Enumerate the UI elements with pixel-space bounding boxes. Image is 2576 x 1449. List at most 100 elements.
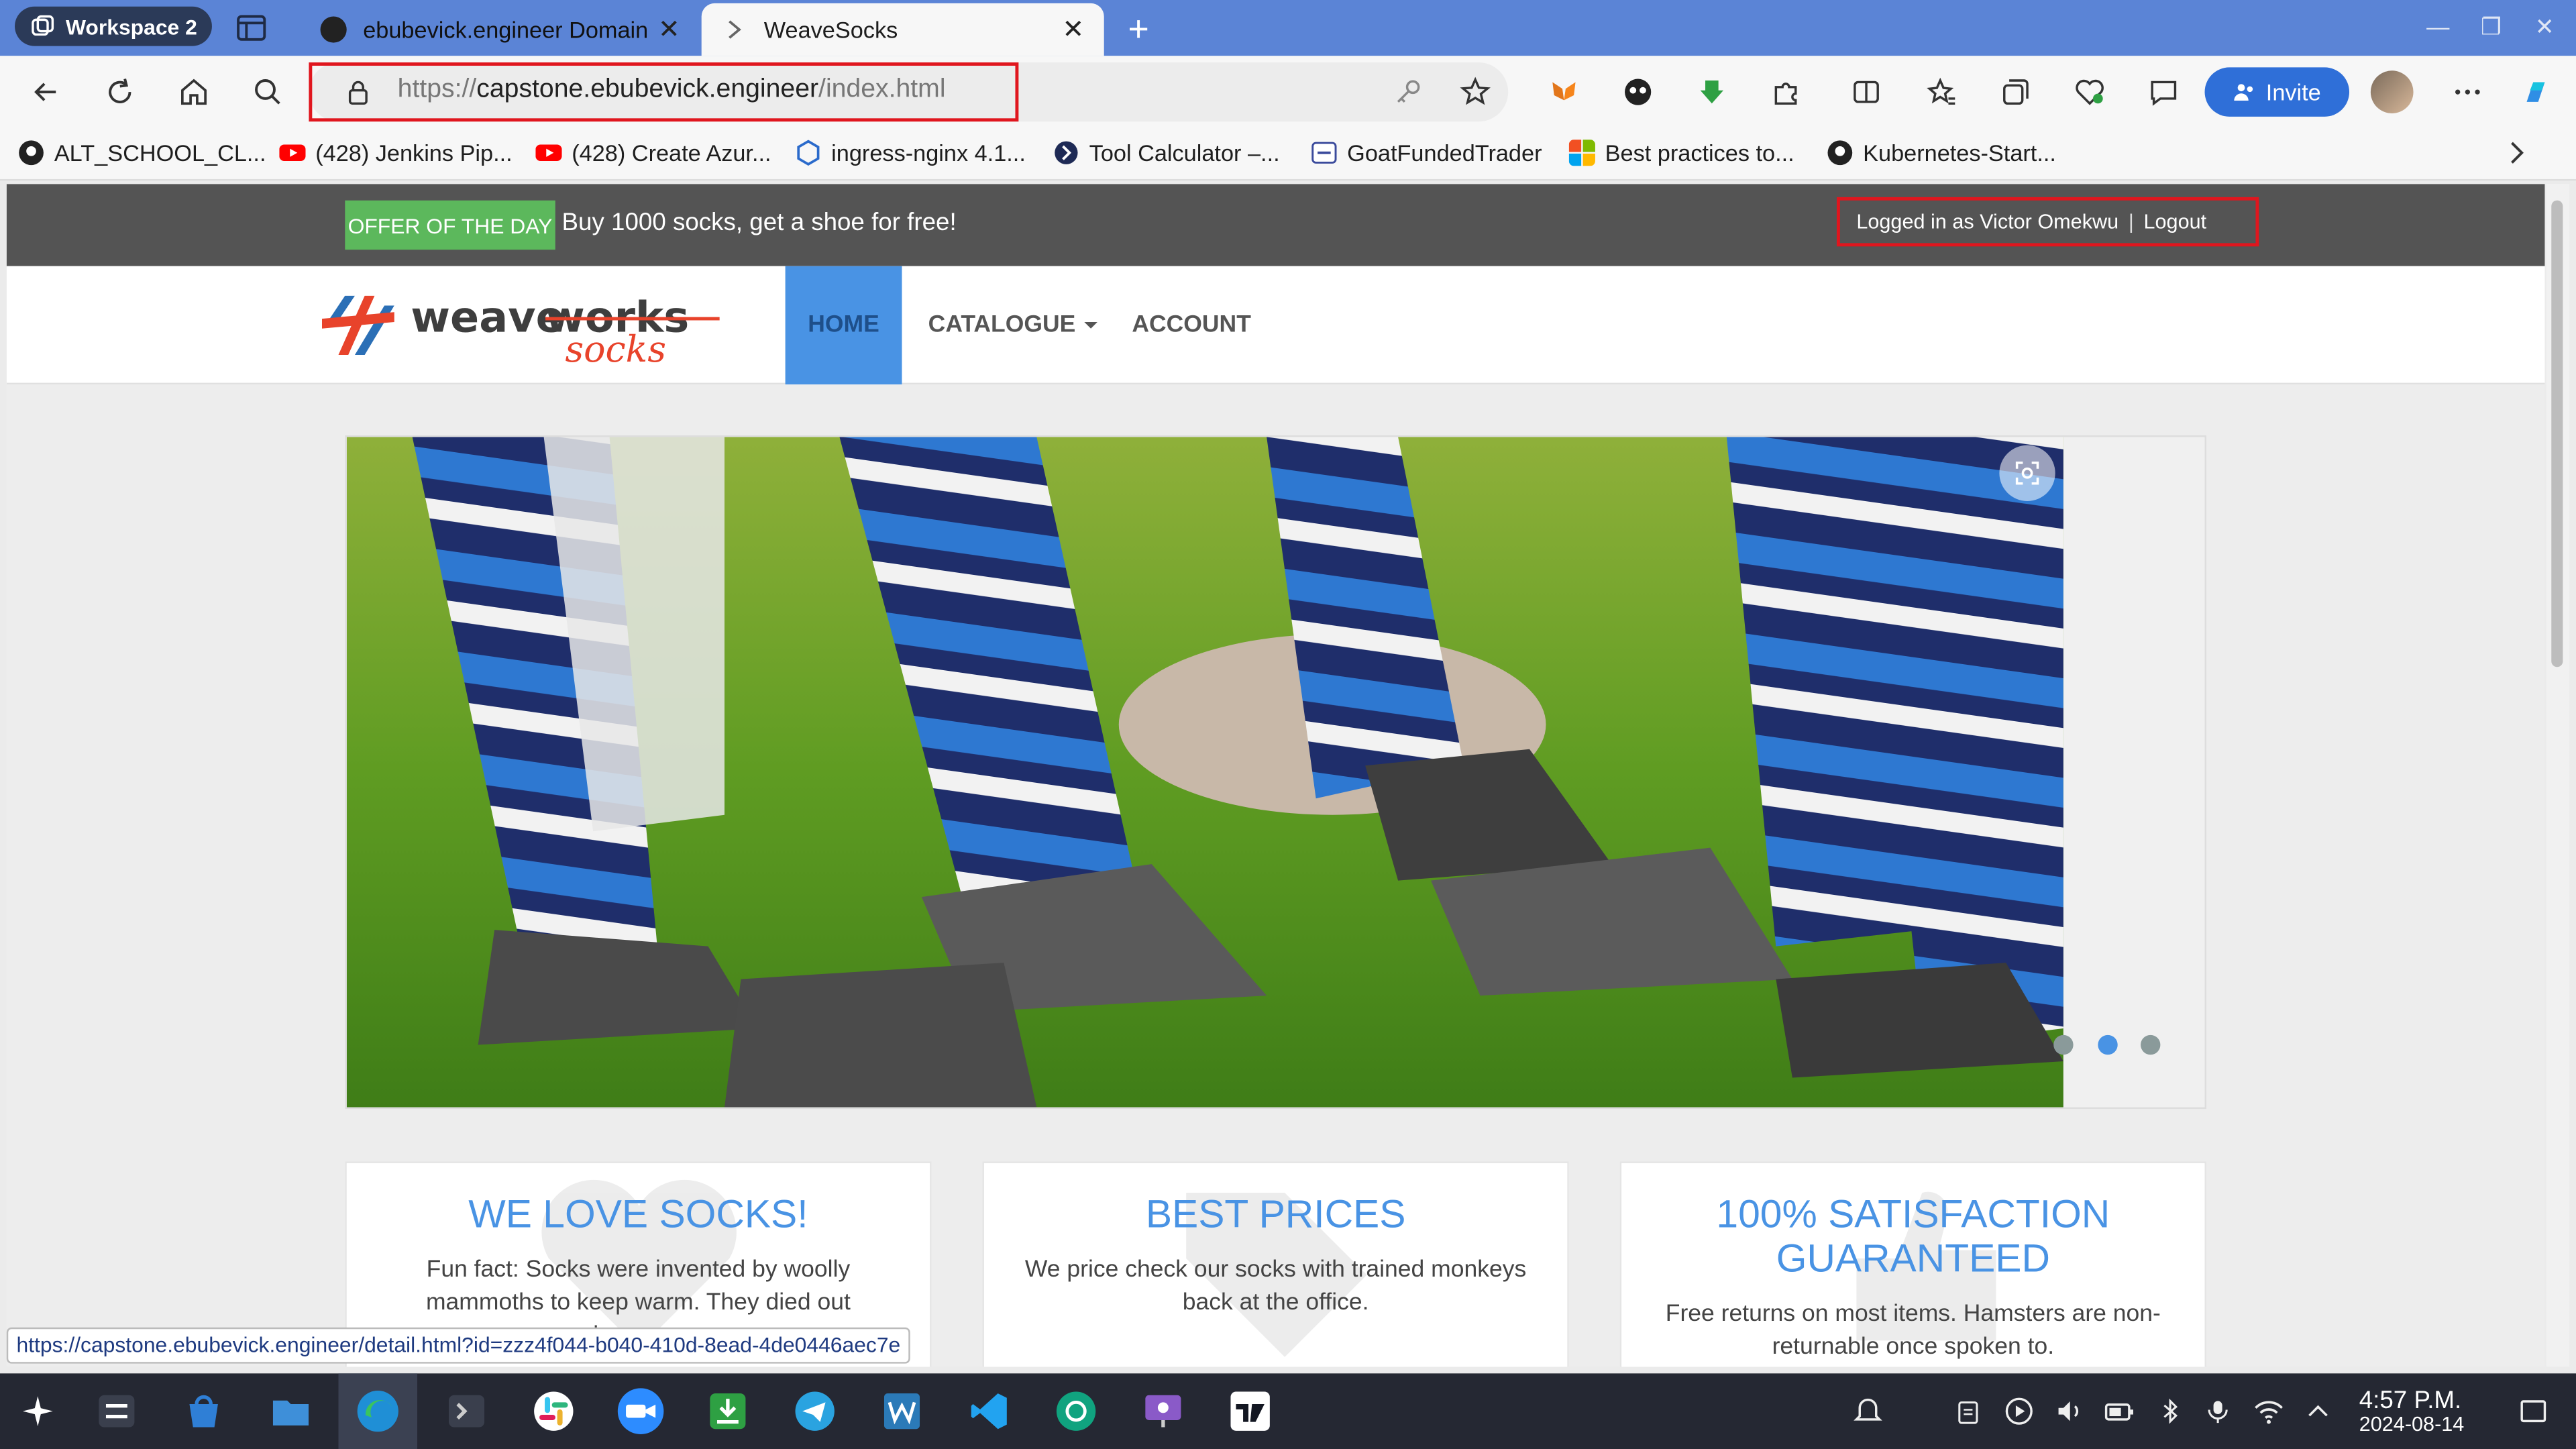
hero-carousel xyxy=(345,435,2206,1110)
bookmark-item[interactable]: (428) Jenkins Pip... xyxy=(279,140,513,166)
youtube-icon xyxy=(279,144,306,162)
minimize-icon[interactable]: — xyxy=(2426,13,2449,40)
download-extension-icon[interactable] xyxy=(1694,74,1730,110)
volume-icon[interactable] xyxy=(2055,1397,2085,1426)
app-launcher-icon[interactable] xyxy=(13,1387,62,1436)
home-icon[interactable] xyxy=(176,74,212,110)
copilot-icon[interactable] xyxy=(2518,74,2555,110)
separator: | xyxy=(2128,210,2134,233)
system-clock[interactable]: 4:57 P.M. 2024-08-14 xyxy=(2359,1388,2465,1436)
lock-icon[interactable] xyxy=(345,79,371,105)
extension-panda-icon[interactable] xyxy=(1620,74,1656,110)
card-title: 100% SATISFACTION GUARANTEED xyxy=(1716,1192,2110,1282)
tray-expand-icon[interactable] xyxy=(2303,1397,2332,1426)
back-icon[interactable] xyxy=(28,74,64,110)
extensions-puzzle-icon[interactable] xyxy=(1768,74,1804,110)
close-tab-icon[interactable]: ✕ xyxy=(1062,13,1084,46)
card-title: WE LOVE SOCKS! xyxy=(468,1192,808,1238)
offer-topbar: OFFER OF THE DAY Buy 1000 socks, get a s… xyxy=(6,184,2545,266)
bookmark-item[interactable]: (428) Create Azur... xyxy=(535,140,771,166)
carousel-dot[interactable] xyxy=(2141,1034,2161,1055)
nav-catalogue[interactable]: CATALOGUE xyxy=(928,266,1099,384)
carousel-slide-socks[interactable] xyxy=(346,437,2063,1108)
new-tab-button[interactable]: + xyxy=(1122,8,1155,51)
card-text: Free returns on most items. Hamsters are… xyxy=(1665,1301,2161,1360)
hexagon-icon xyxy=(797,140,820,166)
close-tab-icon[interactable]: ✕ xyxy=(658,13,680,46)
writer-icon[interactable] xyxy=(877,1387,926,1436)
microsoft-icon xyxy=(1568,140,1595,166)
discover-store-icon[interactable] xyxy=(179,1387,228,1436)
reload-icon[interactable] xyxy=(102,74,138,110)
visual-search-icon[interactable] xyxy=(1999,445,2055,501)
bookmark-label: Tool Calculator –... xyxy=(1089,140,1280,166)
file-manager-icon[interactable] xyxy=(266,1387,315,1436)
scrollbar-thumb[interactable] xyxy=(2551,200,2563,667)
web-page: OFFER OF THE DAY Buy 1000 socks, get a s… xyxy=(6,184,2545,1367)
bookmark-item[interactable]: GoatFundedTrader xyxy=(1311,140,1542,166)
browser-essentials-icon[interactable] xyxy=(2072,74,2108,110)
terminal-icon[interactable] xyxy=(442,1387,491,1436)
address-url[interactable]: https://capstone.ebubevick.engineer/inde… xyxy=(398,76,946,105)
feedback-icon[interactable] xyxy=(2145,74,2182,110)
chatgpt-icon[interactable] xyxy=(1051,1387,1100,1436)
metamask-icon[interactable] xyxy=(1546,74,1582,110)
namecheap-favicon-icon xyxy=(320,16,347,43)
notifications-bell-icon[interactable] xyxy=(1853,1397,1882,1426)
browser-toolbar: https://capstone.ebubevick.engineer/inde… xyxy=(0,56,2576,129)
tab-actions-icon[interactable] xyxy=(235,13,268,43)
favorite-star-icon[interactable] xyxy=(1457,74,1493,110)
os-taskbar: 4:57 P.M. 2024-08-14 xyxy=(0,1373,2576,1449)
invite-button[interactable]: Invite xyxy=(2204,67,2350,117)
presentation-app-icon[interactable] xyxy=(1138,1387,1187,1436)
download-manager-icon[interactable] xyxy=(703,1387,752,1436)
url-scheme: https:// xyxy=(397,75,477,104)
site-navbar: weave works socks HOME CATALOGUE ACCOUNT xyxy=(6,266,2545,385)
offer-badge[interactable]: OFFER OF THE DAY xyxy=(345,200,555,250)
bookmark-item[interactable]: Best practices to... xyxy=(1568,140,1794,166)
nav-account[interactable]: ACCOUNT xyxy=(1132,266,1251,384)
bluetooth-icon[interactable] xyxy=(2155,1397,2185,1426)
logout-link[interactable]: Logout xyxy=(2143,210,2206,233)
nav-home[interactable]: HOME xyxy=(785,266,902,385)
carousel-dot-active[interactable] xyxy=(2098,1034,2118,1055)
edge-browser-icon[interactable] xyxy=(338,1373,418,1449)
search-icon[interactable] xyxy=(250,74,286,110)
weaveworks-socks-logo[interactable]: weave works socks xyxy=(319,282,729,370)
tool-icon xyxy=(1055,141,1078,164)
tab-ebubevick-domain[interactable]: ebubevick.engineer Domain ✕ xyxy=(301,3,700,56)
tab-weavesocks[interactable]: WeaveSocks ✕ xyxy=(701,3,1104,56)
page-scrollbar[interactable] xyxy=(2546,184,2570,1367)
favorites-icon[interactable] xyxy=(1924,74,1960,110)
clipboard-icon[interactable] xyxy=(1953,1397,1983,1426)
bookmark-item[interactable]: ingress-nginx 4.1... xyxy=(795,140,1026,166)
slack-icon[interactable] xyxy=(529,1387,578,1436)
microphone-icon[interactable] xyxy=(2203,1397,2233,1426)
close-window-icon[interactable]: ✕ xyxy=(2535,13,2555,42)
bookmark-item[interactable]: Kubernetes-Start... xyxy=(1827,140,2056,166)
show-desktop-icon[interactable] xyxy=(2518,1397,2548,1426)
carousel-dot[interactable] xyxy=(2053,1034,2074,1055)
battery-icon[interactable] xyxy=(2104,1397,2134,1426)
bookmark-item[interactable]: Tool Calculator –... xyxy=(1053,140,1280,166)
collections-icon[interactable] xyxy=(1998,74,2034,110)
vscode-icon[interactable] xyxy=(965,1387,1014,1436)
workspace-button[interactable]: Workspace 2 xyxy=(15,6,212,46)
media-play-icon[interactable] xyxy=(2004,1397,2034,1426)
system-settings-icon[interactable] xyxy=(92,1387,141,1436)
key-icon[interactable] xyxy=(1390,74,1426,110)
bookmark-item[interactable]: ALT_SCHOOL_CL... xyxy=(18,140,266,166)
clock-date: 2024-08-14 xyxy=(2359,1413,2465,1436)
restore-icon[interactable]: ❐ xyxy=(2481,13,2502,42)
url-domain: capstone.ebubevick.engineer xyxy=(476,75,819,104)
telegram-icon[interactable] xyxy=(790,1387,839,1436)
bookmark-label: ALT_SCHOOL_CL... xyxy=(54,140,266,166)
bookmarks-overflow-icon[interactable] xyxy=(2504,140,2530,166)
zoom-icon[interactable] xyxy=(616,1387,665,1436)
split-screen-icon[interactable] xyxy=(1848,74,1884,110)
more-menu-icon[interactable] xyxy=(2449,74,2485,110)
profile-avatar[interactable] xyxy=(2370,70,2414,113)
tradingview-icon[interactable] xyxy=(1226,1387,1275,1436)
feature-card-best-prices: BEST PRICES We price check our socks wit… xyxy=(982,1161,1569,1367)
wifi-icon[interactable] xyxy=(2254,1397,2284,1426)
